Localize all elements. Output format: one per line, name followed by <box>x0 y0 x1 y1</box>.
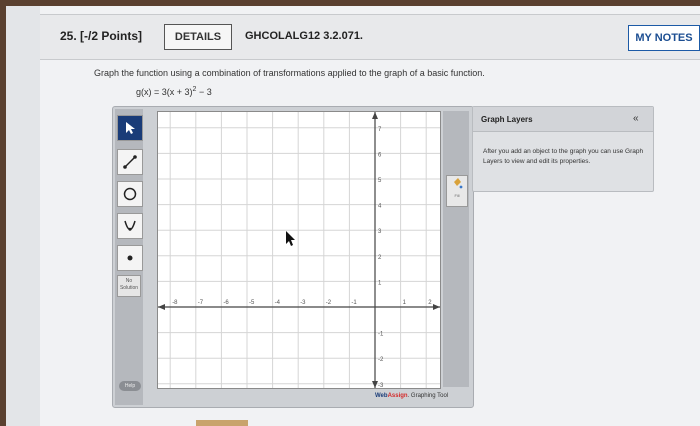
x-tick-label: -3 <box>300 300 306 306</box>
question-code: GHCOLALG12 3.2.071. <box>245 30 363 42</box>
x-tick-label: -7 <box>198 300 204 306</box>
line-segment-icon <box>123 155 137 169</box>
x-tick-label: -8 <box>172 300 178 306</box>
tool-palette: No Solution Help <box>115 109 143 405</box>
x-tick-label: -5 <box>249 300 255 306</box>
fill-strip: Fill <box>443 111 469 387</box>
circle-icon <box>123 187 137 201</box>
circle-tool-button[interactable] <box>117 181 143 207</box>
my-notes-button[interactable]: MY NOTES <box>628 25 700 51</box>
brand-suffix: . Graphing Tool <box>407 393 449 399</box>
no-solution-line2: Solution <box>119 285 139 291</box>
brand-web: Web <box>375 393 388 399</box>
function-formula: g(x) = 3(x + 3)2 − 3 <box>136 86 212 97</box>
question-instruction: Graph the function using a combination o… <box>94 68 485 78</box>
pointer-tool-button[interactable] <box>117 115 143 141</box>
fill-label: Fill <box>454 193 460 198</box>
x-tick-label: -4 <box>275 300 281 306</box>
point-tool-button[interactable] <box>117 245 143 271</box>
graph-layers-panel: Graph Layers « After you add an object t… <box>472 106 654 192</box>
x-tick-label: -6 <box>223 300 229 306</box>
parabola-tool-button[interactable] <box>117 213 143 239</box>
y-tick-label: -2 <box>378 357 384 363</box>
question-number: 25. [-/2 Points] <box>60 29 143 43</box>
brand-assign: Assign <box>387 393 408 399</box>
parabola-icon <box>124 220 136 231</box>
line-tool-button[interactable] <box>117 149 143 175</box>
y-tick-label: -3 <box>378 383 384 388</box>
graph-layers-title: Graph Layers <box>481 115 533 124</box>
y-axis-arrow <box>372 112 378 119</box>
x-axis-arrow <box>158 304 165 310</box>
bottom-tab-edge <box>196 420 248 426</box>
graph-canvas[interactable]: -8 -7 -6 -5 -4 -3 -2 -1 1 2 7 6 5 4 3 2 1 -1 -2 -3 <box>157 111 441 389</box>
question-header: 25. [-/2 Points] DETAILS GHCOLALG12 3.2.… <box>40 14 700 60</box>
y-tick-label: -1 <box>378 332 384 338</box>
no-solution-line1: No <box>125 278 133 284</box>
graph-layers-help-text: After you add an object to the graph you… <box>483 148 644 165</box>
fill-button[interactable]: Fill <box>446 175 468 207</box>
webassign-brand: WebAssign. Graphing Tool <box>375 393 448 399</box>
no-solution-button[interactable]: No Solution <box>117 275 141 297</box>
point-icon <box>127 255 133 261</box>
coordinate-grid[interactable]: -8 -7 -6 -5 -4 -3 -2 -1 1 27654321-1-2-3 <box>158 112 440 389</box>
x-tick-label: -1 <box>351 300 357 306</box>
x-axis-arrow <box>433 304 440 310</box>
fill-bucket-icon <box>454 178 463 189</box>
x-tick-label: -2 <box>326 300 332 306</box>
collapse-icon[interactable]: « <box>633 113 639 124</box>
pointer-arrow-icon <box>126 122 135 134</box>
left-margin <box>6 6 40 426</box>
x-tick-label: 1 <box>403 300 407 306</box>
graph-layers-header: Graph Layers « <box>473 107 653 132</box>
mouse-cursor-icon <box>286 231 295 246</box>
screen: 25. [-/2 Points] DETAILS GHCOLALG12 3.2.… <box>6 6 700 426</box>
formula-left: g(x) = 3(x + 3) <box>136 87 193 97</box>
formula-right: − 3 <box>196 87 212 97</box>
x-tick-label: 2 <box>428 300 432 306</box>
graphing-tool: No Solution Help -8 -7 -6 -5 -4 -3 -2 -1 1 2 7 6 5 4 3… <box>112 106 474 408</box>
details-button[interactable]: DETAILS <box>164 24 232 50</box>
help-button[interactable]: Help <box>119 381 141 391</box>
